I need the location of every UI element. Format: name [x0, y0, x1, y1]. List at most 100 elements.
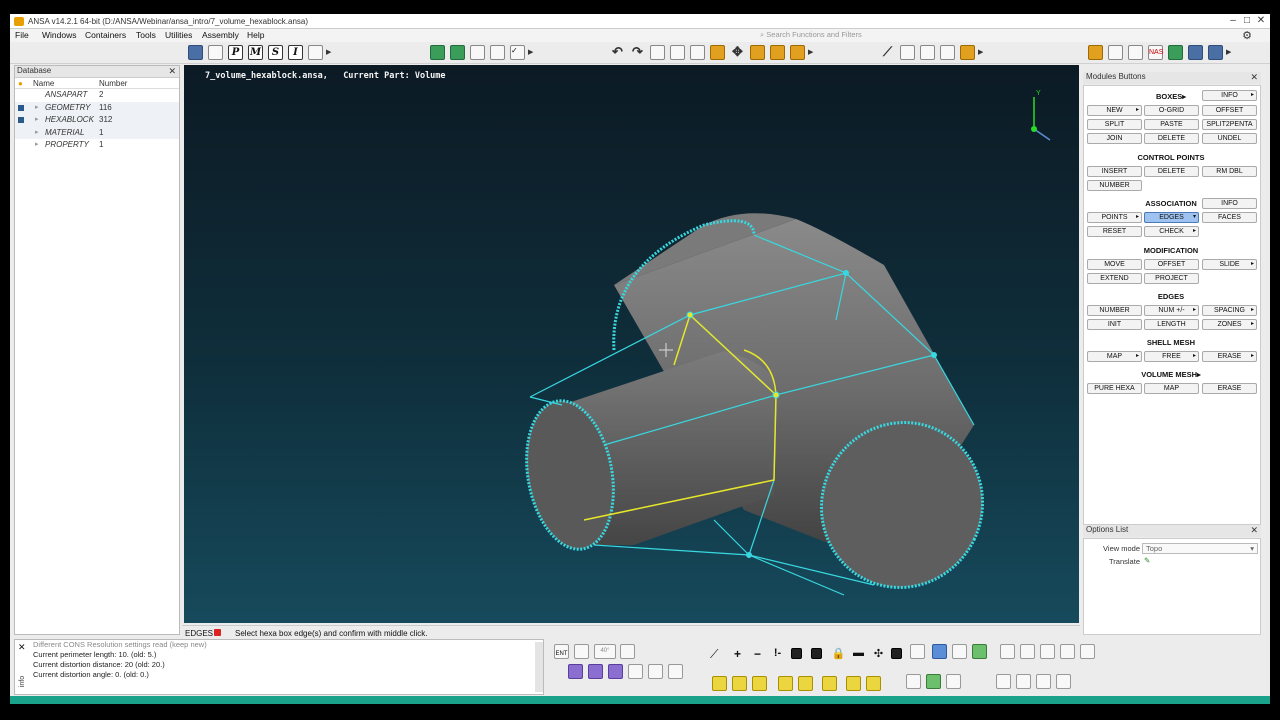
topo-delete-icon[interactable]	[846, 676, 861, 691]
edit-icon[interactable]	[608, 664, 623, 679]
menu-file[interactable]: File	[15, 30, 29, 40]
volume-icon[interactable]	[1188, 45, 1203, 60]
init-button[interactable]: INIT	[1087, 319, 1142, 330]
faces-button[interactable]: FACES	[1202, 212, 1257, 223]
visibility-icon[interactable]	[18, 117, 24, 123]
toggle-icon[interactable]: !-	[770, 647, 785, 662]
edges-number-button[interactable]: NUMBER	[1087, 305, 1142, 316]
volume-erase-button[interactable]: ERASE	[1202, 383, 1257, 394]
hidden-icon[interactable]	[946, 674, 961, 689]
view-top-icon[interactable]	[1040, 644, 1055, 659]
console-scrollbar[interactable]	[535, 642, 543, 692]
minus-icon[interactable]: ▬	[851, 647, 866, 662]
close-icon[interactable]: ✕	[18, 642, 26, 653]
lock-icon[interactable]: 🔒	[831, 647, 846, 662]
topo-icon[interactable]	[1108, 45, 1123, 60]
set-icon[interactable]: S	[268, 45, 283, 60]
reset-button[interactable]: RESET	[1087, 226, 1142, 237]
mesh-icon[interactable]	[1128, 45, 1143, 60]
points-button[interactable]: POINTS ▸	[1087, 212, 1142, 223]
topo-cons-icon[interactable]	[778, 676, 793, 691]
erase-button[interactable]: ERASE ▸	[1202, 351, 1257, 362]
topo-face-icon[interactable]	[752, 676, 767, 691]
menu-assembly[interactable]: Assembly	[202, 30, 239, 40]
cube-icon[interactable]	[972, 644, 987, 659]
undel-button[interactable]: UNDEL	[1202, 133, 1257, 144]
copy-select-icon[interactable]	[811, 648, 822, 659]
info-tab[interactable]: info	[19, 676, 26, 687]
topo-check-icon[interactable]	[866, 676, 881, 691]
paste-button[interactable]: PASTE	[1144, 119, 1199, 130]
expand-icon[interactable]: ▸	[35, 115, 39, 123]
length-button[interactable]: LENGTH	[1144, 319, 1199, 330]
table-row[interactable]: ▸ PROPERTY 1	[15, 139, 179, 152]
hexa-icon[interactable]	[1168, 45, 1183, 60]
shaded-icon[interactable]	[932, 644, 947, 659]
view-mode-select[interactable]: Topo ▾	[1142, 543, 1258, 554]
toolbar-more-icon[interactable]: ▶	[326, 48, 331, 56]
measure-icon[interactable]	[996, 674, 1011, 689]
ent-icon[interactable]: ENT	[554, 644, 569, 659]
face-select-icon[interactable]	[588, 664, 603, 679]
delete-icon[interactable]	[690, 45, 705, 60]
file-save-icon[interactable]	[470, 45, 485, 60]
column-name[interactable]: Name	[33, 79, 54, 88]
check-icon[interactable]: ✓	[510, 45, 525, 60]
menu-utilities[interactable]: Utilities	[165, 30, 192, 40]
layer-icon[interactable]	[906, 674, 921, 689]
lines-icon[interactable]	[620, 644, 635, 659]
free-button[interactable]: FREE ▸	[1144, 351, 1199, 362]
zoom-icon[interactable]	[750, 45, 765, 60]
menu-help[interactable]: Help	[247, 30, 264, 40]
o-grid-button[interactable]: O-GRID	[1144, 105, 1199, 116]
menu-tools[interactable]: Tools	[136, 30, 156, 40]
stop-icon[interactable]	[214, 629, 221, 636]
table-row[interactable]: ▸ MATERIAL 1	[15, 126, 179, 139]
transform-icon[interactable]	[920, 45, 935, 60]
view-front-icon[interactable]	[1000, 644, 1015, 659]
grid-icon[interactable]	[650, 45, 665, 60]
copy-icon[interactable]	[900, 45, 915, 60]
minimize-button[interactable]: –	[1226, 15, 1240, 28]
zones-button[interactable]: ZONES ▸	[1202, 319, 1257, 330]
curve-edit-icon[interactable]	[1056, 674, 1071, 689]
file-icon[interactable]	[490, 45, 505, 60]
wave-icon[interactable]	[1036, 674, 1051, 689]
wire-icon[interactable]	[952, 644, 967, 659]
measure-icon[interactable]: ⟋	[880, 45, 895, 60]
expand-icon[interactable]: ▸	[35, 103, 39, 111]
move-icon[interactable]: ✥	[730, 45, 745, 60]
node-select-icon[interactable]	[628, 664, 643, 679]
pin-icon[interactable]	[910, 644, 925, 659]
info-icon[interactable]: I	[288, 45, 303, 60]
toolbar-more-icon[interactable]: ▶	[978, 48, 983, 56]
num-plus-minus-button[interactable]: NUM +/- ▸	[1144, 305, 1199, 316]
list-icon[interactable]	[208, 45, 223, 60]
map-button[interactable]: MAP ▸	[1087, 351, 1142, 362]
graphics-viewport[interactable]: 7_volume_hexablock.ansa, Current Part: V…	[184, 65, 1079, 623]
view-back-icon[interactable]	[1080, 644, 1095, 659]
connect-icon[interactable]	[960, 45, 975, 60]
rm-dbl-button[interactable]: RM DBL	[1202, 166, 1257, 177]
menu-containers[interactable]: Containers	[85, 30, 126, 40]
deck-icon[interactable]	[1088, 45, 1103, 60]
plus-icon[interactable]: +	[730, 647, 745, 662]
volume-map-button[interactable]: MAP	[1144, 383, 1199, 394]
select-icon[interactable]	[568, 664, 583, 679]
expand-icon[interactable]: ▸	[35, 140, 39, 148]
flag-icon[interactable]	[891, 648, 902, 659]
pid-icon[interactable]: P	[228, 45, 243, 60]
sparkle-icon[interactable]: ✣	[871, 647, 886, 662]
toolbar-more-icon[interactable]: ▶	[808, 48, 813, 56]
view-side-icon[interactable]	[1020, 644, 1035, 659]
entity-group-icon[interactable]	[450, 45, 465, 60]
split2penta-button[interactable]: SPLIT2PENTA	[1202, 119, 1257, 130]
insert-button[interactable]: INSERT	[1087, 166, 1142, 177]
topo-node-icon[interactable]	[798, 676, 813, 691]
maximize-button[interactable]: □	[1240, 15, 1254, 28]
topo-rebuild-icon[interactable]	[822, 676, 837, 691]
material-icon[interactable]: M	[248, 45, 263, 60]
project-button[interactable]: PROJECT	[1144, 273, 1199, 284]
delete-button[interactable]: DELETE	[1144, 133, 1199, 144]
view-iso-icon[interactable]	[1060, 644, 1075, 659]
